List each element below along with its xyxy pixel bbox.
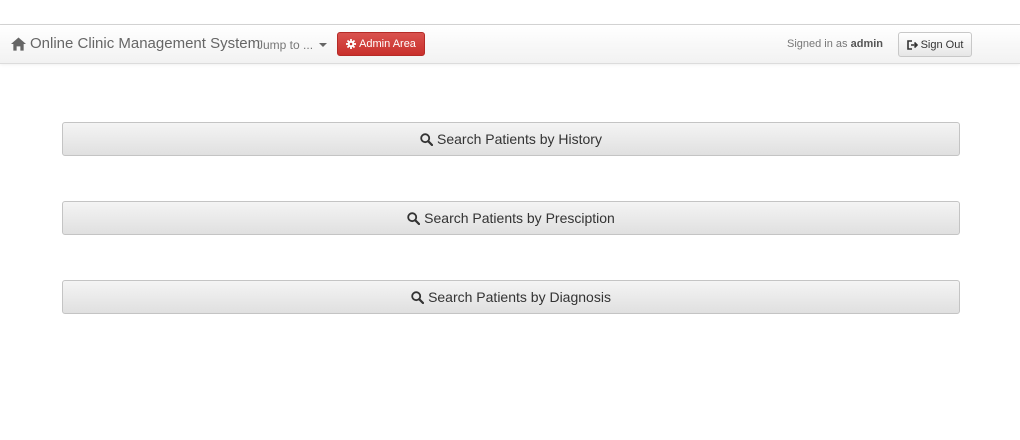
jump-to-dropdown[interactable]: Jump to ...: [257, 38, 328, 52]
sign-out-label: Sign Out: [920, 38, 964, 51]
search-icon: [411, 290, 425, 304]
signed-in-prefix: Signed in as: [787, 38, 851, 50]
search-by-history-label: Search Patients by History: [437, 131, 602, 147]
search-by-diagnosis-label: Search Patients by Diagnosis: [428, 289, 611, 305]
search-icon: [420, 132, 434, 146]
search-by-prescription-label: Search Patients by Presciption: [424, 210, 615, 226]
signed-in-username: admin: [850, 38, 884, 50]
home-icon: [11, 36, 26, 51]
admin-area-label: Admin Area: [359, 38, 416, 50]
log-out-icon: [906, 39, 918, 50]
cog-icon: [346, 39, 357, 49]
search-icon: [407, 211, 421, 225]
caret-down-icon: [319, 43, 328, 47]
brand-text: Online Clinic Management System: [30, 35, 261, 52]
search-by-prescription-button[interactable]: Search Patients by Presciption: [62, 201, 960, 235]
sign-out-button[interactable]: Sign Out: [898, 32, 972, 57]
navbar: Online Clinic Management System Jump to …: [0, 25, 1020, 64]
search-by-history-button[interactable]: Search Patients by History: [62, 122, 960, 156]
admin-area-button[interactable]: Admin Area: [337, 32, 425, 56]
signed-in-status: Signed in as admin: [787, 38, 883, 50]
jump-to-label: Jump to ...: [257, 38, 314, 52]
brand-link[interactable]: Online Clinic Management System: [11, 35, 260, 52]
search-by-diagnosis-button[interactable]: Search Patients by Diagnosis: [62, 280, 960, 314]
browser-top-strip: [0, 0, 1020, 25]
